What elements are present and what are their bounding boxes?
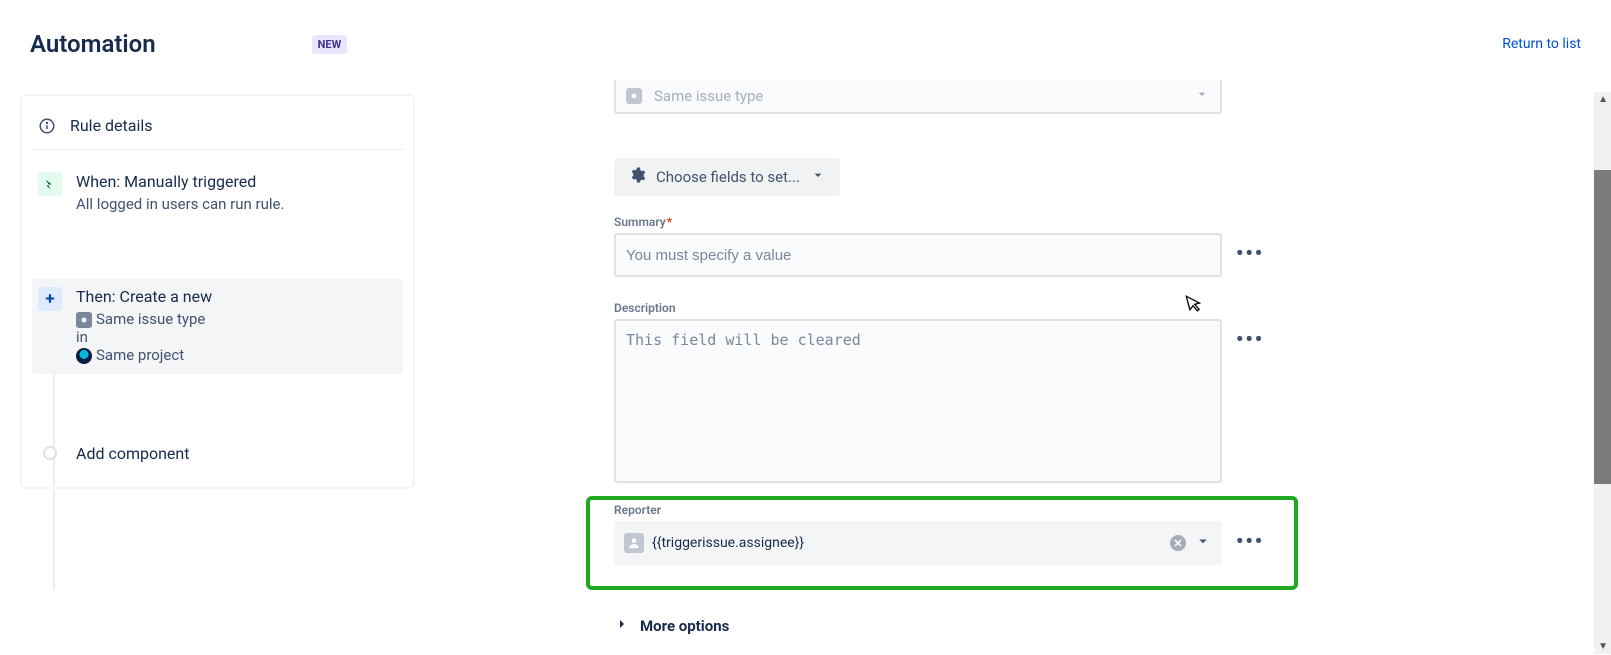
main-content: Same issue type Choose fields to set... … — [440, 80, 1541, 655]
reporter-label: Reporter — [614, 503, 1264, 517]
scroll-up-button[interactable]: ▲ — [1598, 94, 1608, 105]
choose-fields-button[interactable]: Choose fields to set... — [614, 158, 840, 196]
chevron-down-icon[interactable] — [1194, 532, 1212, 554]
add-component-label: Add component — [76, 444, 189, 463]
rule-details-label: Rule details — [70, 116, 153, 135]
info-icon — [38, 117, 56, 135]
rule-step-trigger[interactable]: When: Manually triggered All logged in u… — [32, 164, 403, 223]
more-options-label: More options — [640, 617, 729, 635]
issue-type-icon — [76, 312, 92, 328]
scroll-down-button[interactable]: ▼ — [1598, 641, 1608, 652]
rule-step-action[interactable]: + Then: Create a new Same issue type in … — [32, 279, 403, 374]
description-input[interactable] — [614, 319, 1222, 483]
return-to-list-link[interactable]: Return to list — [1502, 36, 1581, 52]
project-icon — [76, 348, 92, 364]
rule-details-row[interactable]: Rule details — [32, 108, 403, 150]
issue-type-select[interactable]: Same issue type — [614, 80, 1222, 114]
avatar-placeholder-icon — [624, 533, 644, 553]
action-project: Same project — [96, 346, 184, 364]
action-icon: + — [38, 287, 62, 311]
scrollbar-thumb[interactable] — [1594, 170, 1611, 484]
summary-more-button[interactable]: ••• — [1236, 233, 1264, 265]
description-label: Description — [614, 301, 1264, 315]
chevron-down-icon — [1194, 86, 1210, 106]
chevron-right-icon — [614, 616, 630, 636]
action-subtitle: Same issue type in Same project — [76, 310, 395, 364]
action-issue-type: Same issue type — [96, 310, 205, 328]
description-more-button[interactable]: ••• — [1236, 319, 1264, 351]
trigger-subtitle: All logged in users can run rule. — [76, 195, 395, 213]
reporter-more-button[interactable]: ••• — [1236, 521, 1264, 553]
reporter-select[interactable]: {{triggerissue.assignee}} ✕ — [614, 521, 1222, 565]
chevron-down-icon — [810, 167, 826, 187]
add-component-marker-icon — [43, 446, 57, 460]
issue-type-select-value: Same issue type — [654, 87, 763, 105]
action-title: Then: Create a new — [76, 287, 395, 306]
choose-fields-label: Choose fields to set... — [656, 168, 800, 186]
clear-reporter-button[interactable]: ✕ — [1170, 535, 1186, 551]
more-options-toggle[interactable]: More options — [614, 616, 729, 636]
summary-input[interactable] — [614, 233, 1222, 277]
new-badge: NEW — [312, 35, 348, 54]
action-connector: in — [76, 328, 88, 346]
gear-icon — [628, 166, 646, 188]
add-component-row[interactable]: Add component — [32, 434, 403, 467]
trigger-icon — [38, 172, 62, 196]
rule-panel: Rule details When: Manually triggered Al… — [20, 94, 415, 489]
page-title: Automation — [30, 30, 156, 58]
trigger-title: When: Manually triggered — [76, 172, 395, 191]
reporter-value: {{triggerissue.assignee}} — [652, 535, 804, 551]
summary-label: Summary* — [614, 215, 1264, 229]
issue-type-icon — [626, 88, 642, 104]
